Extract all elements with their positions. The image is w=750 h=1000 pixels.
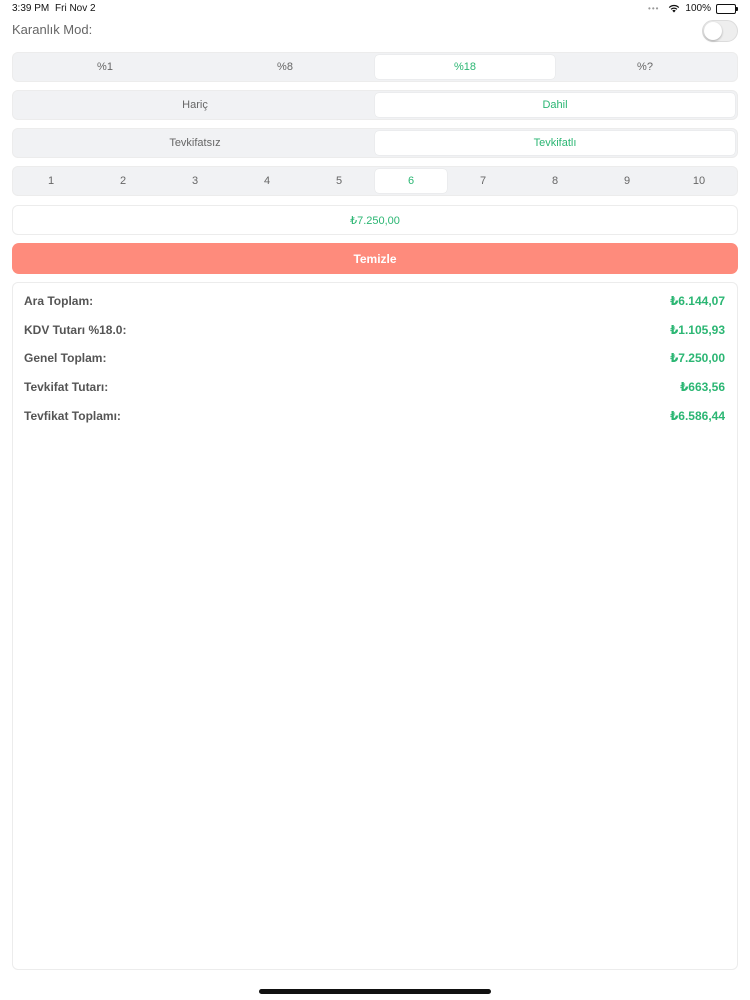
status-right: ••• 100%: [648, 3, 738, 14]
vat-mode-excluded[interactable]: Hariç: [15, 93, 375, 117]
withholding-none[interactable]: Tevkifatsız: [15, 131, 375, 155]
battery-icon: [716, 3, 738, 14]
result-value: ₺6.144,07: [669, 294, 725, 308]
rate-option-custom[interactable]: %?: [555, 55, 735, 79]
ratio-option[interactable]: 8: [519, 169, 591, 193]
result-row: Genel Toplam: ₺7.250,00: [24, 348, 725, 368]
result-row: Ara Toplam: ₺6.144,07: [24, 291, 725, 311]
result-value: ₺1.105,93: [669, 323, 725, 337]
ratio-option[interactable]: 7: [447, 169, 519, 193]
result-label: Tevkifat Tutarı:: [24, 380, 109, 394]
vat-rate-segment: %1 %8 %18 %?: [12, 52, 738, 82]
rate-option-1[interactable]: %1: [15, 55, 195, 79]
multitasking-dots-icon: •••: [648, 4, 660, 13]
status-bar: 3:39 PM Fri Nov 2 ••• 100%: [0, 0, 750, 18]
rate-option-18[interactable]: %18: [375, 55, 555, 79]
withholding-segment: Tevkifatsız Tevkifatlı: [12, 128, 738, 158]
vat-mode-included[interactable]: Dahil: [375, 93, 735, 117]
status-time: 3:39 PM: [12, 3, 50, 14]
ratio-option[interactable]: 9: [591, 169, 663, 193]
results-panel: Ara Toplam: ₺6.144,07 KDV Tutarı %18.0: …: [12, 282, 738, 970]
ratio-option[interactable]: 4: [231, 169, 303, 193]
withholding-applied[interactable]: Tevkifatlı: [375, 131, 735, 155]
toggle-knob: [704, 22, 722, 40]
ratio-option[interactable]: 1: [15, 169, 87, 193]
dark-mode-label: Karanlık Mod:: [12, 22, 93, 37]
ratio-option[interactable]: 5: [303, 169, 375, 193]
wifi-icon: [669, 4, 680, 13]
dark-mode-row: Karanlık Mod:: [12, 20, 738, 44]
result-row: KDV Tutarı %18.0: ₺1.105,93: [24, 320, 725, 340]
rate-option-8[interactable]: %8: [195, 55, 375, 79]
result-row: Tevkifat Tutarı: ₺663,56: [24, 377, 725, 397]
result-value: ₺7.250,00: [669, 351, 725, 365]
result-label: Ara Toplam:: [24, 294, 94, 308]
ratio-option[interactable]: 6: [375, 169, 447, 193]
result-value: ₺663,56: [679, 380, 725, 394]
home-indicator[interactable]: [259, 989, 491, 994]
ratio-option[interactable]: 3: [159, 169, 231, 193]
amount-input[interactable]: ₺7.250,00: [12, 205, 738, 235]
result-label: Tevfikat Toplamı:: [24, 409, 121, 423]
dark-mode-toggle[interactable]: [702, 20, 738, 42]
battery-percent: 100%: [685, 3, 711, 14]
ratio-option[interactable]: 10: [663, 169, 735, 193]
clear-button[interactable]: Temizle: [12, 243, 738, 274]
result-label: Genel Toplam:: [24, 351, 107, 365]
ratio-option[interactable]: 2: [87, 169, 159, 193]
result-value: ₺6.586,44: [669, 409, 725, 423]
result-label: KDV Tutarı %18.0:: [24, 323, 127, 337]
withholding-ratio-segment: 1 2 3 4 5 6 7 8 9 10: [12, 166, 738, 196]
status-date: Fri Nov 2: [55, 3, 96, 14]
vat-mode-segment: Hariç Dahil: [12, 90, 738, 120]
result-row: Tevfikat Toplamı: ₺6.586,44: [24, 406, 725, 426]
